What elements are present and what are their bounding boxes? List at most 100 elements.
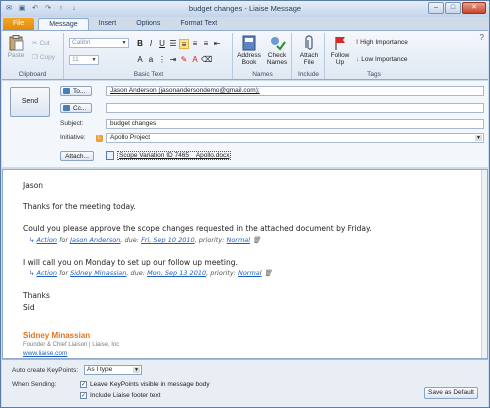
checkbox-checked-icon: ✓ [80,381,87,388]
tab-file[interactable]: File [3,18,35,30]
subject-field[interactable]: budget changes [106,119,484,129]
follow-up-label: Follow Up [330,52,350,66]
decrease-indent-button[interactable]: ⇤ [212,39,222,49]
auto-create-label: Auto create KeyPoints: [12,367,79,374]
exclamation-icon: ! [356,39,359,46]
body-line-3: I will call you on Monday to set up our … [23,258,238,267]
names-group-label: Names [252,71,273,78]
chevron-down-icon: ▼ [91,57,97,63]
keypoint-due-link[interactable]: Mon, Sep 13 2010 [147,269,206,277]
keypoint-assignee-link[interactable]: Sidney Minassian [70,269,126,277]
copy-button[interactable]: ❐ Copy [32,53,55,62]
font-color-button[interactable]: A [190,55,200,65]
send-button[interactable]: Send [10,87,50,117]
signature-title: Founder & Chief Liaison | Liaise, Inc [23,342,120,348]
flag-icon [335,37,345,50]
include-group: Attach File Include [293,33,325,79]
tags-group-label: Tags [367,71,381,78]
keypoint-due-link[interactable]: Fri, Sep 10 2010 [141,236,195,244]
attachment-item[interactable]: Scope Variation ID 7465 _ Apollo.docx [106,151,232,160]
body-line-1: Thanks for the meeting today. [23,202,136,211]
to-button[interactable]: To... [60,86,92,96]
keypoint-priority-link[interactable]: Normal [226,236,250,244]
keypoint-action-link[interactable]: Action [37,236,57,244]
message-window: ✉ ▣ ↶ ↷ ↑ ↓ budget changes - Liaise Mess… [0,0,490,408]
leave-keypoints-checkbox[interactable]: ✓ Leave KeyPoints visible in message body [80,381,210,388]
grow-font-button[interactable]: A [135,55,145,65]
keypoint-due-label: , due: [126,269,145,277]
to-value: Jason Anderson (jasonandersondemo@gmail.… [110,87,260,94]
keypoint-priority-label: , priority: [206,269,236,277]
keypoint-1[interactable]: ↳ Action for Jason Anderson, due: Fri, S… [29,236,260,244]
include-footer-checkbox[interactable]: ✓ Include Liaise footer text [80,392,160,399]
format-buttons-row1: B I U ☰ ≡ ≡ ≡ ⇤ [135,39,222,49]
font-size-combo[interactable]: 11 ▼ [69,55,99,65]
paste-icon [9,35,24,51]
close-button[interactable]: ✕ [462,2,486,14]
address-book-button[interactable]: Address Book [236,35,262,66]
auto-create-select[interactable]: As I type ▼ [84,365,142,375]
font-name-value: Calibri [72,39,91,46]
initiative-label: Initiative: [60,134,86,141]
keypoint-action-link[interactable]: Action [37,269,57,277]
initiative-select[interactable]: Apollo Project ▼ [106,133,484,143]
save-as-default-button[interactable]: Save as Default [424,387,478,399]
check-names-button[interactable]: Check Names [264,35,290,66]
shrink-font-button[interactable]: a [146,55,156,65]
signature-website-link[interactable]: www.liaise.com [23,350,67,357]
keypoint-for-text: for [59,269,69,277]
trash-icon[interactable]: 🗑 [264,269,272,277]
body-scrollbar[interactable] [481,170,487,358]
tags-group: Follow Up ! High Importance ↓ Low Importan… [326,33,422,79]
follow-up-button[interactable]: Follow Up [328,35,352,66]
align-left-button[interactable]: ≡ [179,39,189,49]
message-body[interactable]: Jason Thanks for the meeting today. Coul… [2,169,488,359]
tab-insert[interactable]: Insert [89,18,127,30]
paste-button[interactable]: Paste [6,35,26,59]
numbering-button[interactable]: ⋮ [157,55,167,65]
trash-icon[interactable]: 🗑 [252,236,260,244]
message-header: Send To... Jason Anderson (jasonanderson… [2,81,488,167]
when-sending-label: When Sending: [12,381,57,388]
ribbon-tabs: File Message Insert Options Format Text [1,17,489,30]
align-right-button[interactable]: ≡ [201,39,211,49]
tab-options[interactable]: Options [126,18,170,30]
tab-format-text[interactable]: Format Text [170,18,227,30]
align-center-button[interactable]: ≡ [190,39,200,49]
to-field[interactable]: Jason Anderson (jasonandersondemo@gmail.… [106,86,484,96]
cc-field[interactable] [106,103,484,113]
basic-text-group-label: Basic Text [133,71,164,78]
tab-message[interactable]: Message [38,18,89,30]
attachment-name: Scope Variation ID 7465 _ Apollo.docx [117,151,232,160]
maximize-button[interactable]: □ [445,2,461,14]
address-book-icon [63,105,70,111]
cut-button[interactable]: ✂ Cut [32,39,50,48]
bullets-button[interactable]: ☰ [168,39,178,49]
high-importance-label: High Importance [360,39,408,46]
include-group-label: Include [298,71,319,78]
keypoint-assignee-link[interactable]: Jason Anderson [70,236,120,244]
bold-button[interactable]: B [135,39,145,49]
keypoint-2[interactable]: ↳ Action for Sidney Minassian, due: Mon,… [29,269,272,277]
address-book-label: Address Book [237,52,261,66]
font-name-combo[interactable]: Calibri ▼ [69,38,129,48]
underline-button[interactable]: U [157,39,167,49]
high-importance-button[interactable]: ! High Importance [356,39,408,46]
keypoint-priority-link[interactable]: Normal [238,269,262,277]
minimize-button[interactable]: – [428,2,444,14]
leave-keypoints-label: Leave KeyPoints visible in message body [90,381,210,388]
window-controls: – □ ✕ [428,2,486,14]
highlight-button[interactable]: ✎ [179,55,189,65]
help-icon[interactable]: ? [480,33,484,42]
cc-button[interactable]: Cc... [60,103,92,113]
address-book-icon [63,88,70,94]
italic-button[interactable]: I [146,39,156,49]
low-importance-button[interactable]: ↓ Low Importance [356,56,408,63]
subject-label: Subject: [60,120,84,127]
attach-file-button[interactable]: Attach File [295,35,323,66]
indent-button[interactable]: ⇥ [168,55,178,65]
include-footer-label: Include Liaise footer text [90,392,161,399]
checkbox-checked-icon: ✓ [80,392,87,399]
attach-button[interactable]: Attach... [60,151,94,161]
clear-format-button[interactable]: ⌫ [201,55,212,65]
